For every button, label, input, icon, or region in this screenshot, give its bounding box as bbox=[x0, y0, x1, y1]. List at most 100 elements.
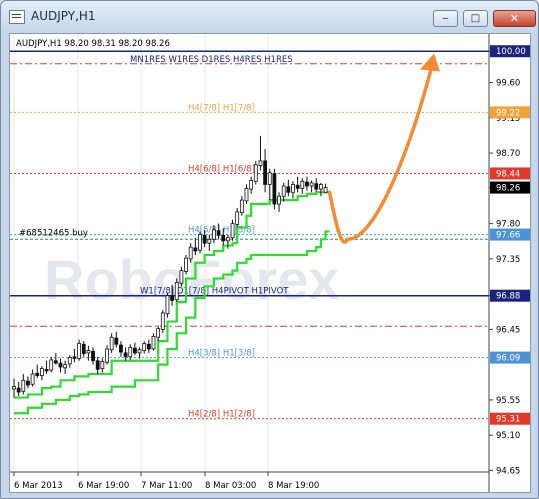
candle-body bbox=[133, 347, 137, 354]
candle-body bbox=[21, 379, 26, 392]
candle-body bbox=[174, 281, 179, 301]
level-label: MN1RES W1RES D1RES H4RES H1RES bbox=[130, 55, 293, 65]
candle-body bbox=[44, 368, 49, 372]
candle-body bbox=[263, 160, 268, 185]
forecast-arrow-head bbox=[420, 53, 440, 72]
candle-body bbox=[95, 360, 100, 370]
candle-body bbox=[184, 257, 188, 272]
close-button[interactable]: ✕ bbox=[493, 10, 536, 27]
time-tick-label: 8 Mar 19:00 bbox=[268, 481, 319, 491]
candle-body bbox=[258, 160, 263, 167]
candle-body bbox=[291, 184, 295, 193]
candle-body bbox=[142, 343, 147, 351]
candle-body bbox=[286, 186, 291, 193]
candle-body bbox=[230, 223, 235, 239]
candle-body bbox=[77, 343, 81, 359]
price-tick-label: 97.80 bbox=[496, 220, 520, 230]
candle-body bbox=[300, 180, 305, 189]
candle-body bbox=[86, 350, 91, 354]
candle-body bbox=[146, 343, 151, 350]
forecast-arrow-line bbox=[327, 55, 436, 244]
order-label: #68512465 buy bbox=[19, 228, 88, 238]
candle-body bbox=[305, 181, 309, 187]
candle-body bbox=[128, 347, 133, 358]
candle-body bbox=[35, 372, 40, 377]
level-price-tag-text: 96.88 bbox=[496, 292, 520, 302]
candle-body bbox=[91, 350, 95, 362]
candle-body bbox=[26, 380, 30, 386]
candle-body bbox=[281, 185, 286, 197]
price-tick-label: 96.45 bbox=[496, 325, 520, 335]
level-label: H4[7/8] H1[7/8] bbox=[188, 103, 255, 113]
chart-window-icon bbox=[9, 10, 25, 24]
candle-body bbox=[295, 184, 300, 189]
candle-body bbox=[16, 387, 21, 393]
window-title: AUDJPY,H1 bbox=[31, 9, 96, 23]
candle-body bbox=[30, 373, 35, 385]
candle-body bbox=[63, 364, 68, 369]
current-price-tag-text: 98.26 bbox=[496, 184, 520, 194]
candle-body bbox=[39, 368, 44, 377]
level-label: H4[6/8] H1[6/8] bbox=[188, 164, 255, 174]
price-tick-label: 97.35 bbox=[496, 255, 520, 265]
candle-body bbox=[235, 211, 240, 225]
candle-body bbox=[160, 312, 165, 330]
level-price-tag-text: 100.00 bbox=[496, 47, 526, 57]
candle-body bbox=[309, 182, 314, 187]
candle-body bbox=[318, 184, 323, 190]
maximize-button[interactable]: □ bbox=[463, 10, 488, 27]
level-price-tag-text: 95.31 bbox=[496, 415, 520, 425]
candle-body bbox=[119, 344, 123, 353]
minimize-icon: ‒ bbox=[442, 13, 449, 24]
candle-body bbox=[123, 352, 128, 358]
candle-body bbox=[100, 361, 105, 369]
candle-body bbox=[53, 360, 58, 364]
candle-body bbox=[179, 270, 184, 284]
price-tick-label: 94.65 bbox=[496, 466, 520, 476]
time-tick-label: 6 Mar 19:00 bbox=[78, 481, 129, 491]
candle-body bbox=[198, 234, 202, 251]
level-label: H4[2/8] H1[2/8] bbox=[188, 410, 255, 420]
chart-area[interactable]: RoboForex MN1RES W1RES D1RES H4RES H1RES… bbox=[9, 33, 531, 493]
chart-window: AUDJPY,H1 ‒ □ ✕ RoboForex MN1RES W1RES D… bbox=[0, 0, 539, 499]
candle-body bbox=[12, 386, 16, 390]
candle-body bbox=[225, 237, 230, 242]
candle-body bbox=[253, 164, 258, 182]
candle-body bbox=[165, 295, 170, 315]
time-tick-label: 6 Mar 2013 bbox=[14, 481, 62, 491]
maximize-icon: □ bbox=[470, 13, 481, 24]
candle-body bbox=[105, 348, 109, 363]
price-chart[interactable]: RoboForex MN1RES W1RES D1RES H4RES H1RES… bbox=[10, 34, 531, 493]
candle-body bbox=[81, 343, 86, 355]
price-tick-label: 95.10 bbox=[496, 431, 520, 441]
candle-body bbox=[249, 180, 254, 190]
candle-body bbox=[49, 359, 54, 371]
candle-body bbox=[114, 337, 119, 345]
candle-body bbox=[137, 349, 142, 354]
candle-body bbox=[156, 328, 161, 338]
candle-body bbox=[193, 247, 198, 252]
candle-body bbox=[67, 357, 72, 365]
candle-body bbox=[216, 230, 221, 236]
candle-body bbox=[272, 173, 277, 205]
time-tick-label: 7 Mar 11:00 bbox=[141, 481, 192, 491]
time-tick-label: 8 Mar 03:00 bbox=[205, 481, 256, 491]
candle-body bbox=[314, 183, 319, 190]
level-label: W1[7/8] D1[7/8] H4PIVOT H1PIVOT bbox=[140, 287, 289, 297]
candle-body bbox=[202, 234, 207, 244]
candle-body bbox=[58, 362, 63, 368]
candle-body bbox=[244, 187, 249, 202]
candle-body bbox=[221, 234, 226, 242]
title-bar[interactable]: AUDJPY,H1 ‒ □ ✕ bbox=[1, 1, 538, 31]
price-tick-label: 98.70 bbox=[496, 149, 520, 159]
level-price-tag-text: 96.09 bbox=[496, 354, 520, 364]
candle-body bbox=[72, 356, 77, 359]
candle-body bbox=[109, 336, 114, 351]
minimize-button[interactable]: ‒ bbox=[433, 10, 458, 27]
level-price-tag-text: 99.22 bbox=[496, 108, 520, 118]
candle-body bbox=[151, 336, 156, 350]
candle-body bbox=[323, 187, 328, 193]
candle-body bbox=[207, 238, 212, 244]
price-tick-label: 95.55 bbox=[496, 396, 520, 406]
chart-info-label: AUDJPY,H1 98.20 98.31 98.20 98.26 bbox=[16, 39, 170, 49]
